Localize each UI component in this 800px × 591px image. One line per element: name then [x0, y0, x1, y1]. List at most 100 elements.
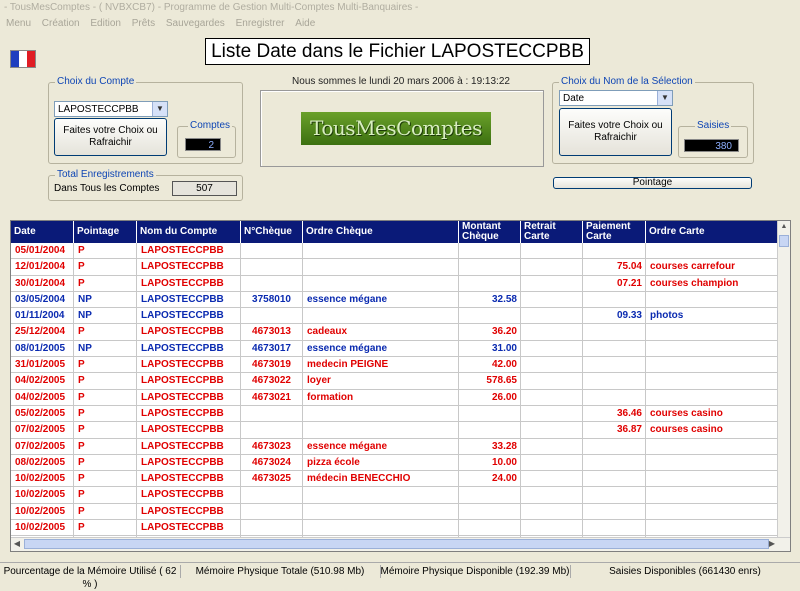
table-row[interactable]: 12/01/2004 P LAPOSTECCPBB 75.04 courses carr…	[11, 259, 778, 276]
col-nom-compte[interactable]: Nom du Compte	[137, 221, 241, 243]
cell-paiement-carte[interactable]	[583, 243, 646, 259]
cell-nom-compte[interactable]: LAPOSTECCPBB	[137, 503, 241, 520]
cell-nom-compte[interactable]: LAPOSTECCPBB	[137, 243, 241, 259]
cell-numero-cheque[interactable]: 4673017	[241, 340, 303, 357]
cell-paiement-carte[interactable]	[583, 487, 646, 503]
table-row[interactable]: 10/02/2005 P LAPOSTECCPBB	[11, 503, 778, 521]
cell-ordre-cheque[interactable]: pizza école	[303, 454, 459, 471]
cell-montant-cheque[interactable]	[459, 259, 521, 275]
cell-ordre-cheque[interactable]	[303, 422, 459, 438]
cell-nom-compte[interactable]: LAPOSTECCPBB	[137, 438, 241, 454]
cell-ordre-carte[interactable]	[646, 503, 778, 520]
cell-paiement-carte[interactable]	[583, 503, 646, 520]
cell-ordre-carte[interactable]	[646, 471, 778, 487]
cell-numero-cheque[interactable]	[241, 275, 303, 291]
table-row[interactable]: 07/02/2005 P LAPOSTECCPBB 4673023 essence mé…	[11, 438, 778, 455]
cell-pointage[interactable]: NP	[74, 308, 137, 324]
cell-retrait-carte[interactable]	[521, 503, 583, 520]
table-row[interactable]: 01/11/2004 NP LAPOSTECCPBB 09.33 photos	[11, 308, 778, 325]
cell-date[interactable]: 07/02/2005	[11, 422, 74, 438]
col-montant-cheque[interactable]: Montant Chèque	[459, 221, 521, 243]
cell-ordre-cheque[interactable]	[303, 243, 459, 259]
col-ordre-carte[interactable]: Ordre Carte	[646, 221, 778, 243]
cell-ordre-carte[interactable]	[646, 324, 778, 340]
table-row[interactable]: 07/02/2005 P LAPOSTECCPBB 36.87 courses casi…	[11, 422, 778, 439]
cell-pointage[interactable]: P	[74, 259, 137, 275]
cell-ordre-cheque[interactable]	[303, 487, 459, 503]
pointage-button[interactable]: Pointage	[553, 177, 752, 189]
col-date[interactable]: Date	[11, 221, 74, 243]
cell-numero-cheque[interactable]	[241, 405, 303, 422]
col-numero-cheque[interactable]: N°Chèque	[241, 221, 303, 243]
vertical-scroll-thumb[interactable]	[779, 235, 789, 247]
scroll-left-icon[interactable]: ◀	[11, 538, 23, 550]
cell-montant-cheque[interactable]	[459, 422, 521, 438]
cell-paiement-carte[interactable]: 07.21	[583, 275, 646, 291]
cell-pointage[interactable]: NP	[74, 291, 137, 308]
table-row[interactable]: 04/02/2005 P LAPOSTECCPBB 4673021 formation 2…	[11, 389, 778, 406]
cell-pointage[interactable]: P	[74, 471, 137, 487]
cell-pointage[interactable]: P	[74, 520, 137, 536]
cell-paiement-carte[interactable]	[583, 291, 646, 308]
horizontal-scrollbar[interactable]: ◀ ▶	[11, 537, 790, 551]
table-row[interactable]: 10/02/2005 P LAPOSTECCPBB	[11, 487, 778, 504]
col-pointage[interactable]: Pointage	[74, 221, 137, 243]
cell-retrait-carte[interactable]	[521, 520, 583, 536]
cell-numero-cheque[interactable]	[241, 422, 303, 438]
cell-ordre-carte[interactable]	[646, 373, 778, 389]
cell-retrait-carte[interactable]	[521, 291, 583, 308]
cell-paiement-carte[interactable]	[583, 357, 646, 373]
cell-date[interactable]: 25/12/2004	[11, 324, 74, 340]
cell-montant-cheque[interactable]: 24.00	[459, 471, 521, 487]
cell-retrait-carte[interactable]	[521, 340, 583, 357]
cell-nom-compte[interactable]: LAPOSTECCPBB	[137, 291, 241, 308]
cell-ordre-cheque[interactable]	[303, 275, 459, 291]
cell-ordre-cheque[interactable]	[303, 405, 459, 422]
cell-ordre-carte[interactable]: courses casino	[646, 422, 778, 438]
cell-montant-cheque[interactable]: 10.00	[459, 454, 521, 471]
menu-item-enregistrer[interactable]: Enregistrer	[236, 18, 285, 29]
cell-montant-cheque[interactable]	[459, 275, 521, 291]
cell-numero-cheque[interactable]	[241, 308, 303, 324]
cell-paiement-carte[interactable]	[583, 471, 646, 487]
cell-nom-compte[interactable]: LAPOSTECCPBB	[137, 308, 241, 324]
cell-ordre-carte[interactable]	[646, 243, 778, 259]
cell-paiement-carte[interactable]: 75.04	[583, 259, 646, 275]
cell-nom-compte[interactable]: LAPOSTECCPBB	[137, 454, 241, 471]
cell-paiement-carte[interactable]	[583, 438, 646, 454]
cell-retrait-carte[interactable]	[521, 308, 583, 324]
table-row[interactable]: 08/01/2005 NP LAPOSTECCPBB 4673017 essence m…	[11, 340, 778, 358]
scroll-right-icon[interactable]: ▶	[766, 538, 778, 550]
cell-date[interactable]: 30/01/2004	[11, 275, 74, 291]
cell-nom-compte[interactable]: LAPOSTECCPBB	[137, 373, 241, 389]
vertical-scrollbar[interactable]: ▲	[777, 221, 790, 537]
cell-ordre-cheque[interactable]: medecin PEIGNE	[303, 357, 459, 373]
cell-numero-cheque[interactable]: 3758010	[241, 291, 303, 308]
cell-pointage[interactable]: P	[74, 487, 137, 503]
cell-ordre-cheque[interactable]: essence mégane	[303, 340, 459, 357]
cell-ordre-cheque[interactable]: essence mégane	[303, 438, 459, 454]
cell-retrait-carte[interactable]	[521, 438, 583, 454]
cell-retrait-carte[interactable]	[521, 243, 583, 259]
records-grid[interactable]: Date Pointage Nom du Compte N°Chèque Ord…	[10, 220, 791, 552]
cell-ordre-carte[interactable]	[646, 487, 778, 503]
cell-retrait-carte[interactable]	[521, 471, 583, 487]
cell-numero-cheque[interactable]: 4673019	[241, 357, 303, 373]
cell-pointage[interactable]: P	[74, 324, 137, 340]
table-row[interactable]: 04/02/2005 P LAPOSTECCPBB 4673022 loyer 578.6…	[11, 373, 778, 390]
cell-retrait-carte[interactable]	[521, 487, 583, 503]
account-select[interactable]: LAPOSTECCPBB ▼	[54, 101, 168, 117]
cell-ordre-carte[interactable]	[646, 389, 778, 405]
cell-retrait-carte[interactable]	[521, 357, 583, 373]
cell-montant-cheque[interactable]: 36.20	[459, 324, 521, 340]
menu-item-aide[interactable]: Aide	[295, 18, 315, 29]
table-row[interactable]: 10/02/2005 P LAPOSTECCPBB	[11, 520, 778, 537]
cell-date[interactable]: 10/02/2005	[11, 503, 74, 520]
selection-select[interactable]: Date ▼	[559, 90, 673, 106]
cell-pointage[interactable]: P	[74, 438, 137, 454]
menu-item-edition[interactable]: Edition	[90, 18, 121, 29]
cell-retrait-carte[interactable]	[521, 405, 583, 422]
cell-paiement-carte[interactable]: 36.87	[583, 422, 646, 438]
cell-retrait-carte[interactable]	[521, 259, 583, 275]
cell-date[interactable]: 12/01/2004	[11, 259, 74, 275]
